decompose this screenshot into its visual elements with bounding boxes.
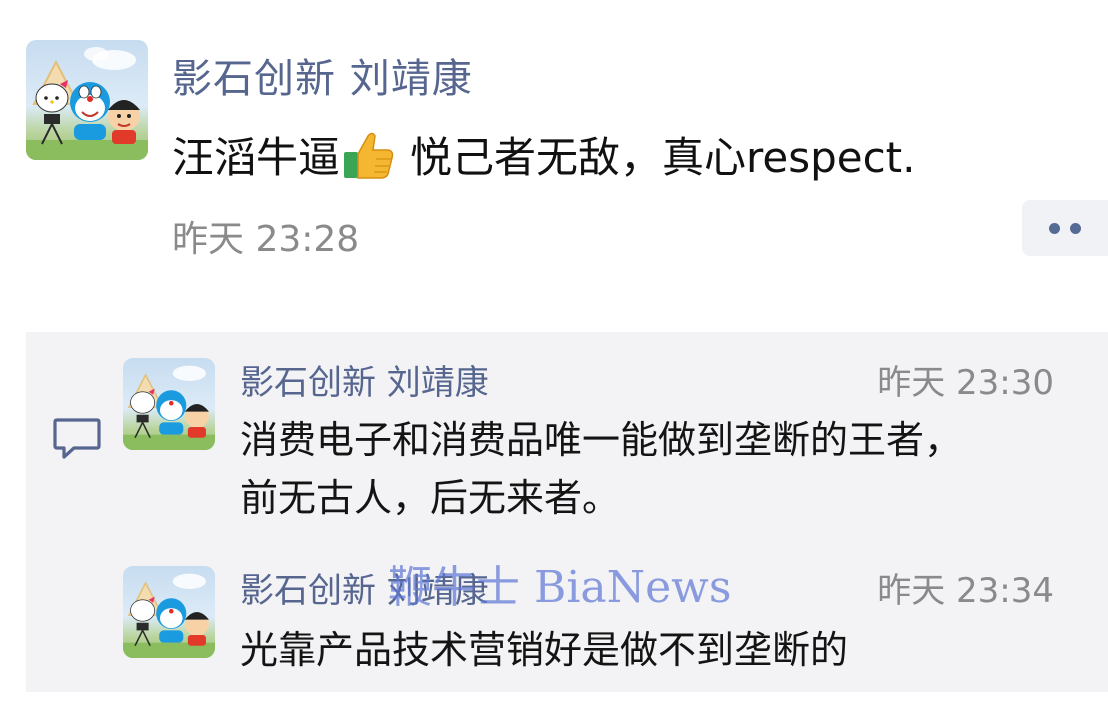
post-text-part-2: 悦己者无敌，真心respect. [410,133,916,182]
comment-avatar[interactable] [123,358,215,450]
more-dots-icon [1049,222,1060,234]
cartoon-avatar-image [26,47,148,160]
post-author-name[interactable]: 影石创新 刘靖康 [172,46,473,104]
post-text-part-1: 汪滔牛逼 [172,133,341,182]
comment-bubble-icon [52,416,102,460]
more-dots-icon [1070,222,1081,234]
post-avatar[interactable] [26,40,148,160]
comment-timestamp: 昨天 23:30 [877,363,1054,403]
cartoon-avatar-image [123,573,215,658]
comment-timestamp: 昨天 23:34 [877,571,1054,611]
more-options-button[interactable] [1022,200,1108,256]
cartoon-avatar-image [123,365,215,450]
thumbs-up-icon [342,130,396,180]
post-timestamp: 昨天 23:28 [172,219,360,260]
comment-text-line: 光靠产品技术营销好是做不到垄断的 [240,628,849,672]
comment-author-name[interactable]: 影石创新 刘靖康 [240,355,489,404]
comment-text-line: 消费电子和消费品唯一能做到垄断的王者， [240,418,963,462]
comment-text-line: 前无古人，后无来者。 [240,476,621,520]
watermark: 鞭牛士 BiaNews [388,562,732,613]
comment-avatar[interactable] [123,566,215,658]
post-content: 汪滔牛逼 悦己者无敌，真心respect. [172,124,916,185]
